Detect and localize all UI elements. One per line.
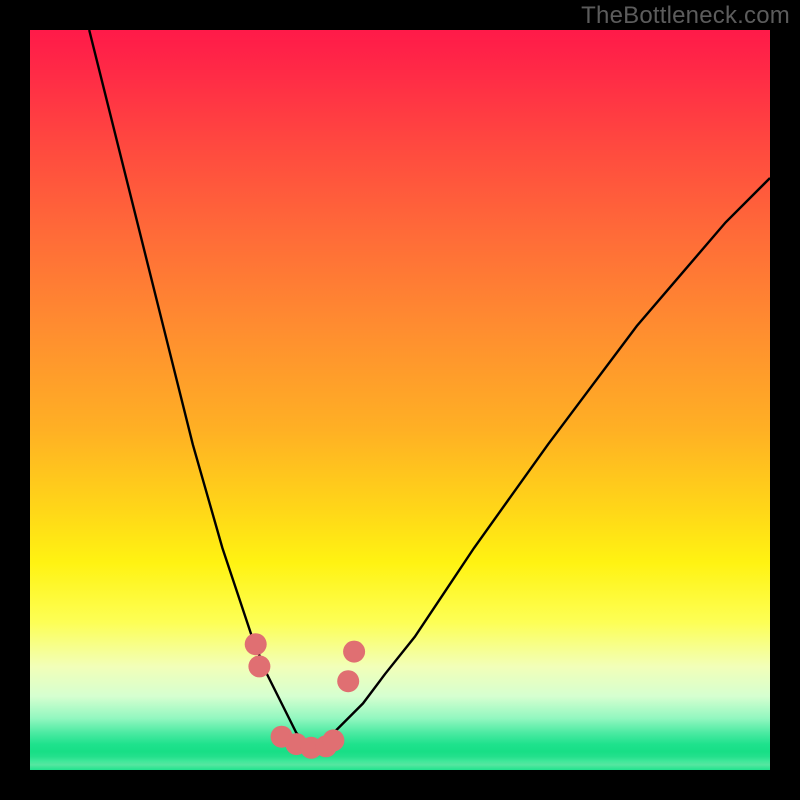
watermark-text: TheBottleneck.com — [581, 2, 790, 30]
highlight-marker — [248, 655, 270, 677]
highlight-marker — [337, 670, 359, 692]
highlight-marker — [343, 641, 365, 663]
bottleneck-curve — [89, 30, 770, 748]
highlight-marker — [245, 633, 267, 655]
highlight-marker — [322, 729, 344, 751]
curve-right-branch — [311, 178, 770, 748]
curve-left-branch — [89, 30, 311, 748]
curve-layer — [30, 30, 770, 770]
chart-frame: TheBottleneck.com — [0, 0, 800, 800]
highlight-markers — [245, 633, 365, 759]
plot-area — [30, 30, 770, 770]
